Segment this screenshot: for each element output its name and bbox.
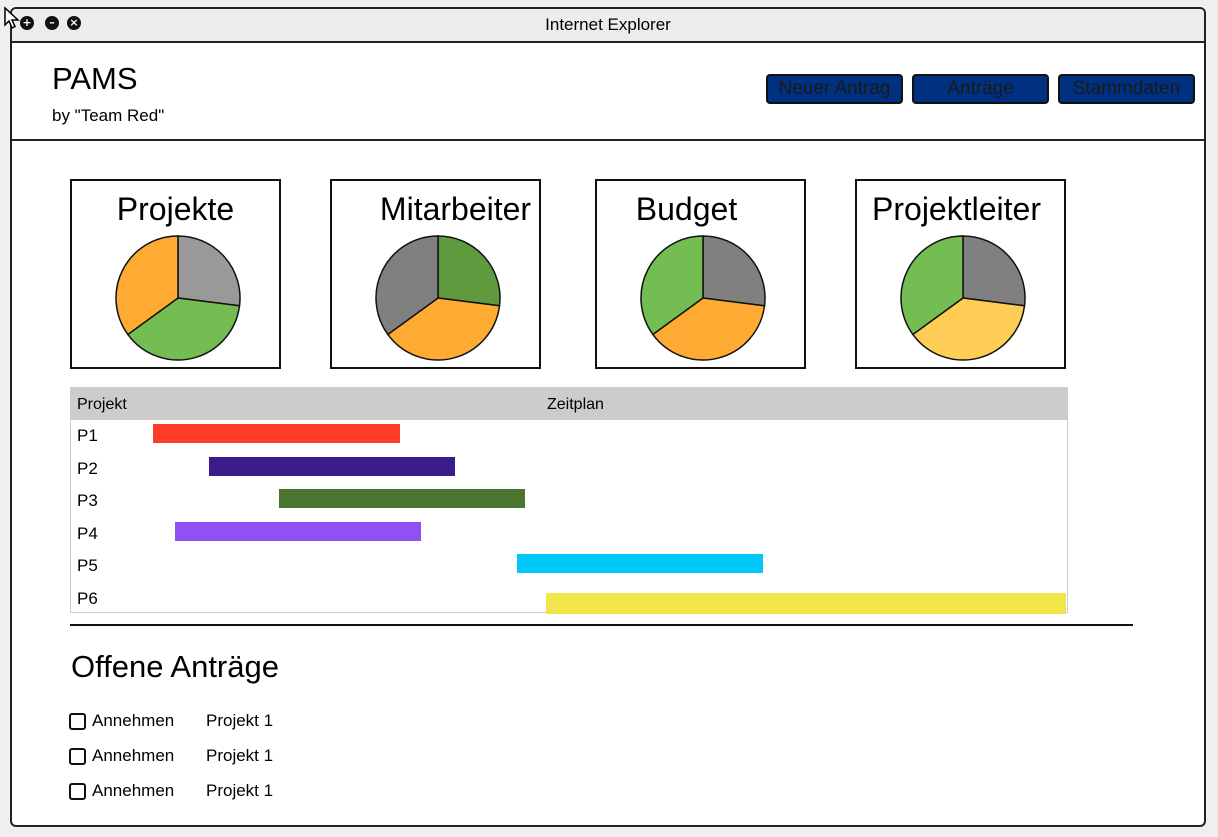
pie-chart-mitarbeiter bbox=[375, 235, 501, 361]
master-data-button[interactable]: Stammdaten bbox=[1058, 74, 1195, 104]
pie-chart-projektleiter bbox=[900, 235, 1026, 361]
schedule-bar-p1 bbox=[153, 424, 400, 443]
app-subtitle: by "Team Red" bbox=[52, 106, 165, 125]
app-title: PAMS bbox=[52, 61, 138, 96]
accept-checkbox[interactable] bbox=[69, 713, 86, 730]
request-project: Projekt 1 bbox=[206, 711, 274, 730]
row-label-p2: P2 bbox=[77, 458, 98, 478]
requests-button[interactable]: Anträge bbox=[912, 74, 1049, 104]
pie-slice-0 bbox=[962, 235, 1026, 307]
pie-chart-projekte bbox=[115, 235, 241, 361]
column-header-project: Projekt bbox=[77, 396, 127, 413]
accept-label: Annehmen bbox=[92, 711, 175, 730]
browser-window: + – × Internet Explorer PAMS by "Team Re… bbox=[10, 7, 1206, 827]
schedule-bar-p6 bbox=[545, 592, 1066, 614]
open-requests-title: Offene Anträge bbox=[71, 649, 279, 684]
pie-slice-0 bbox=[437, 235, 501, 307]
column-header-schedule: Zeitplan bbox=[547, 396, 604, 413]
row-label-p5: P5 bbox=[77, 556, 98, 575]
row-label-p3: P3 bbox=[77, 491, 98, 510]
schedule-header: Projekt Zeitplan bbox=[71, 388, 1067, 420]
row-label-p1: P1 bbox=[77, 426, 98, 445]
row-label-p4: P4 bbox=[77, 523, 98, 543]
accept-label: Annehmen bbox=[92, 746, 175, 765]
card-title: Mitarbeiter bbox=[379, 191, 532, 227]
pie-slice-0 bbox=[702, 235, 766, 307]
accept-checkbox[interactable] bbox=[69, 783, 86, 800]
row-label-p6: P6 bbox=[77, 588, 98, 608]
card-budget: Budget bbox=[595, 179, 806, 369]
request-project: Projekt 1 bbox=[206, 781, 274, 800]
title-bar: + – × Internet Explorer bbox=[12, 9, 1204, 43]
window-title: Internet Explorer bbox=[545, 15, 671, 34]
accept-checkbox[interactable] bbox=[69, 748, 86, 765]
section-divider bbox=[70, 624, 1133, 626]
card-projekte: Projekte bbox=[70, 179, 281, 369]
card-title: Projektleiter bbox=[872, 191, 1041, 227]
pie-slice-0 bbox=[177, 235, 241, 307]
app-header: PAMS by "Team Red" Neuer Antrag Anträge … bbox=[12, 43, 1204, 141]
schedule-bar-p2 bbox=[208, 456, 456, 476]
card-title: Projekte bbox=[116, 191, 235, 227]
schedule-bar-p3 bbox=[278, 489, 526, 508]
mouse-cursor-icon bbox=[4, 6, 20, 30]
new-request-button[interactable]: Neuer Antrag bbox=[766, 74, 903, 104]
accept-label: Annehmen bbox=[92, 781, 175, 800]
card-title: Budget bbox=[635, 191, 738, 227]
schedule-bar-p5 bbox=[516, 554, 764, 573]
schedule-bar-p4 bbox=[174, 521, 422, 541]
request-project: Projekt 1 bbox=[206, 746, 274, 765]
card-projektleiter: Projektleiter bbox=[855, 179, 1066, 369]
schedule-table: Projekt Zeitplan P1 P2 P3 P4 P5 P6 bbox=[70, 387, 1068, 614]
pie-chart-budget bbox=[640, 235, 766, 361]
card-mitarbeiter: Mitarbeiter bbox=[330, 179, 541, 369]
